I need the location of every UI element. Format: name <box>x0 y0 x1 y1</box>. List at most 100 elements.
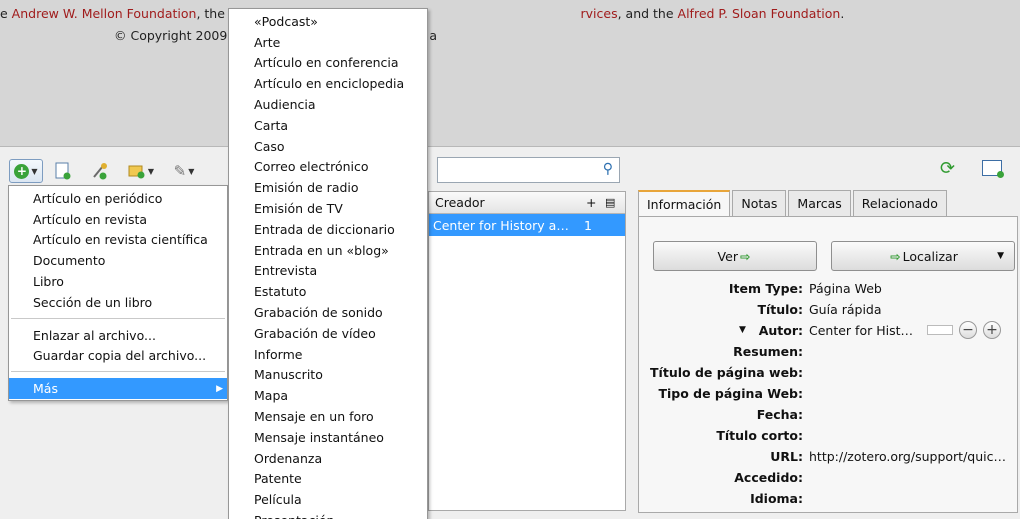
services-link[interactable]: rvices <box>581 6 618 21</box>
sloan-link[interactable]: Alfred P. Sloan Foundation <box>678 6 841 21</box>
new-item-button[interactable]: + ▼ <box>9 159 43 183</box>
field-titulo-corto: Título corto: <box>639 425 1019 445</box>
new-collection-icon <box>128 165 145 179</box>
menu-item-guardar-copia[interactable]: Guardar copia del archivo... <box>9 346 227 367</box>
submenu-item[interactable]: «Podcast» <box>229 11 427 32</box>
submenu-item[interactable]: Audiencia <box>229 94 427 115</box>
submenu-item[interactable]: Grabación de vídeo <box>229 323 427 344</box>
submenu-item[interactable]: Emisión de radio <box>229 177 427 198</box>
chevron-down-icon[interactable]: ▼ <box>997 251 1004 261</box>
submenu-item[interactable]: Artículo en enciclopedia <box>229 73 427 94</box>
submenu-item[interactable]: Mapa <box>229 385 427 406</box>
field-label: Título: <box>757 301 803 317</box>
toolbar: + ▼ ▼ ✎ ▼ ⚲ ⟳ <box>0 147 1020 187</box>
locate-button[interactable]: ⇨ Localizar ▼ <box>831 241 1015 271</box>
tab-informacion[interactable]: Información <box>638 190 731 216</box>
new-item-menu: Artículo en periódico Artículo en revist… <box>8 185 228 401</box>
submenu-item[interactable]: Patente <box>229 469 427 490</box>
field-value[interactable]: Página Web <box>809 281 882 296</box>
field-value[interactable]: http://zotero.org/support/quick… <box>809 449 1009 464</box>
field-label: Tipo de página Web: <box>658 385 803 401</box>
field-tipo-pagina-web: Tipo de página Web: <box>639 383 1019 403</box>
items-list: Creador + ▤ Center for History and … 1 <box>428 191 626 511</box>
locate-label: Localizar <box>902 248 958 264</box>
add-by-identifier-button[interactable] <box>88 159 112 183</box>
view-button[interactable]: Ver ⇨ <box>653 241 817 271</box>
column-picker-icon[interactable]: ▤ <box>605 196 615 209</box>
menu-separator <box>11 371 225 373</box>
field-idioma: Idioma: <box>639 488 1019 508</box>
plus-circle-icon: + <box>14 163 30 179</box>
add-creator-button[interactable]: + <box>983 321 1001 339</box>
info-panel: Ver ⇨ ⇨ Localizar ▼ Item Type: Página Web … <box>638 216 1018 513</box>
submenu-item[interactable]: Película <box>229 489 427 510</box>
author-controls: − + <box>927 321 1001 339</box>
submenu-item[interactable]: Correo electrónico <box>229 157 427 178</box>
credit-text: , and the <box>617 6 678 21</box>
arrow-right-icon: ⇨ <box>739 248 751 264</box>
submenu-item[interactable]: Grabación de sonido <box>229 302 427 323</box>
field-label: Título de página web: <box>650 364 803 380</box>
chevron-down-icon: ▼ <box>147 166 155 176</box>
attachment-button[interactable]: ✎ ▼ <box>168 159 200 183</box>
submenu-item[interactable]: Carta <box>229 115 427 136</box>
attachment-icon: ✎ <box>173 162 187 180</box>
submenu-item[interactable]: Ordenanza <box>229 448 427 469</box>
menu-item-enlazar-archivo[interactable]: Enlazar al archivo... <box>9 325 227 346</box>
credit-text: , the <box>196 6 229 21</box>
sync-button[interactable]: ⟳ <box>940 158 955 179</box>
name-mode-toggle[interactable] <box>927 325 953 335</box>
item-pane: Información Notas Marcas Relacionado Ver… <box>638 187 1018 516</box>
field-value[interactable]: Guía rápida <box>809 302 882 317</box>
search-input[interactable]: ⚲ <box>437 157 620 183</box>
tab-notas[interactable]: Notas <box>732 190 787 216</box>
fullscreen-button[interactable] <box>982 160 1004 178</box>
field-item-type: Item Type: Página Web <box>639 278 1019 298</box>
menu-item-articulo-periodico[interactable]: Artículo en periódico <box>9 188 227 209</box>
field-accedido: Accedido: <box>639 467 1019 487</box>
menu-item-articulo-revista[interactable]: Artículo en revista <box>9 209 227 230</box>
submenu-item[interactable]: Artículo en conferencia <box>229 53 427 74</box>
new-collection-button[interactable]: ▼ <box>126 159 156 183</box>
submenu-item[interactable]: Caso <box>229 136 427 157</box>
submenu-item[interactable]: Entrada de diccionario <box>229 219 427 240</box>
field-url: URL: http://zotero.org/support/quick… <box>639 446 1019 466</box>
table-row[interactable]: Center for History and … 1 <box>429 214 625 236</box>
menu-item-documento[interactable]: Documento <box>9 250 227 271</box>
tab-relacionado[interactable]: Relacionado <box>852 190 947 216</box>
submenu-item[interactable]: Emisión de TV <box>229 198 427 219</box>
field-value[interactable]: Center for Histo… <box>809 323 919 338</box>
menu-item-articulo-revista-cientifica[interactable]: Artículo en revista científica <box>9 230 227 251</box>
tab-marcas[interactable]: Marcas <box>788 190 851 216</box>
mellon-link[interactable]: Andrew W. Mellon Foundation <box>12 6 197 21</box>
submenu-arrow-icon: ▶ <box>216 383 223 394</box>
column-attachments[interactable]: + <box>586 195 596 210</box>
submenu-item[interactable]: Arte <box>229 32 427 53</box>
credit-text: . <box>840 6 845 21</box>
submenu-item[interactable]: Presentación <box>229 510 427 519</box>
field-label: Fecha: <box>756 406 803 422</box>
submenu-item[interactable]: Entrevista <box>229 261 427 282</box>
submenu-item[interactable]: Informe <box>229 344 427 365</box>
menu-item-mas[interactable]: Más ▶ <box>9 378 227 400</box>
submenu-item[interactable]: Mensaje en un foro <box>229 406 427 427</box>
remove-creator-button[interactable]: − <box>959 321 977 339</box>
creator-type-dropdown-icon[interactable]: ▼ <box>739 325 746 335</box>
items-column-header[interactable]: Creador + ▤ <box>429 192 625 214</box>
submenu-item[interactable]: Manuscrito <box>229 365 427 386</box>
submenu-item[interactable]: Mensaje instantáneo <box>229 427 427 448</box>
add-by-identifier-icon <box>93 163 107 180</box>
submenu-item[interactable]: Entrada en un «blog» <box>229 240 427 261</box>
new-note-button[interactable] <box>52 159 74 183</box>
field-label[interactable]: Autor: <box>639 323 809 338</box>
search-icon: ⚲ <box>602 161 613 177</box>
field-label: URL: <box>770 448 803 464</box>
field-titulo-pagina-web: Título de página web: <box>639 362 1019 382</box>
menu-item-libro[interactable]: Libro <box>9 271 227 292</box>
column-creator[interactable]: Creador <box>429 195 579 210</box>
field-resumen: Resumen: <box>639 341 1019 361</box>
new-note-icon <box>55 162 71 180</box>
menu-item-seccion-libro[interactable]: Sección de un libro <box>9 292 227 313</box>
field-label: Accedido: <box>734 469 803 485</box>
submenu-item[interactable]: Estatuto <box>229 281 427 302</box>
